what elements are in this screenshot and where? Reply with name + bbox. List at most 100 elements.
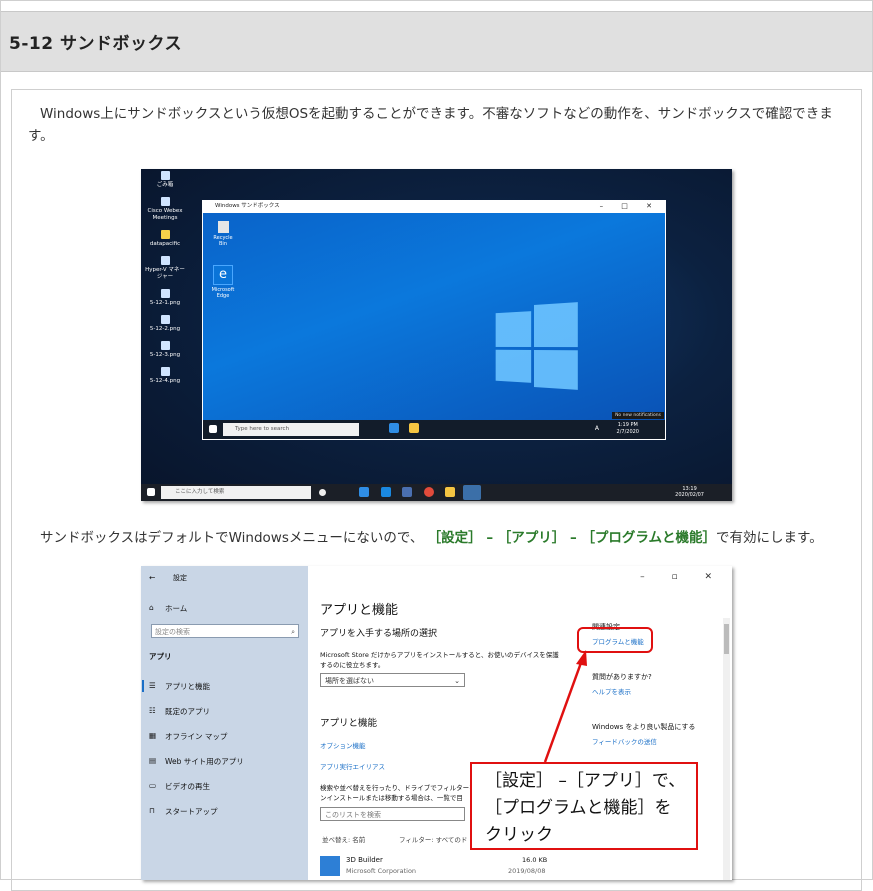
edge-icon: e xyxy=(213,265,233,285)
app-taskbar-icon[interactable] xyxy=(402,487,412,497)
home-icon[interactable]: ⌂ xyxy=(149,603,154,612)
sidebar-item-video[interactable]: ビデオの再生 xyxy=(165,781,210,792)
path-separator: – xyxy=(565,530,582,546)
sandbox-recycle-bin: Recycle Bin xyxy=(209,221,237,247)
section-title: 5-12 サンドボックス xyxy=(9,34,182,54)
list-search-input[interactable]: このリストを検索 xyxy=(320,807,465,821)
instruction-suffix: で有効にします。 xyxy=(716,530,823,546)
tray-language[interactable]: A xyxy=(595,425,599,432)
path-programs: ［プログラムと機能］ xyxy=(581,530,717,546)
desktop-icon: 5-12-3.png xyxy=(143,341,187,359)
sandbox-date: 2/7/2020 xyxy=(616,429,639,435)
desktop-icon-label: Hyper-V マネージャー xyxy=(145,267,185,280)
path-settings: ［設定］ xyxy=(427,530,482,546)
sidebar-item-web-apps[interactable]: Web サイト用のアプリ xyxy=(165,756,244,767)
app-publisher: Microsoft Corporation xyxy=(346,867,417,875)
host-search-box[interactable]: ここに入力して検索 xyxy=(161,486,311,499)
default-apps-icon: ☷ xyxy=(149,706,156,715)
desktop-icon: 5-12-1.png xyxy=(143,289,187,307)
sidebar-item-startup[interactable]: スタートアップ xyxy=(165,806,218,817)
filter-dropdown[interactable]: フィルター: すべてのド xyxy=(399,834,467,844)
sandbox-screen: Recycle Bin e Microsoft Edge No new notif… xyxy=(203,213,665,439)
chrome-taskbar-icon[interactable] xyxy=(424,487,434,497)
image-file-icon xyxy=(160,341,170,350)
sandbox-taskbar-icon[interactable] xyxy=(463,485,481,500)
back-arrow-icon[interactable]: ← xyxy=(149,573,155,582)
page-heading: アプリと機能 xyxy=(320,603,399,618)
recycle-label: Recycle Bin xyxy=(213,235,233,247)
hyperv-icon xyxy=(160,256,170,265)
callout-line: ［設定］ –［アプリ］で、 xyxy=(485,771,686,791)
search-icon: ⌕ xyxy=(291,628,295,636)
help-link[interactable]: ヘルプを表示 xyxy=(592,686,631,696)
cortana-icon[interactable] xyxy=(319,489,326,496)
3d-builder-icon xyxy=(320,856,340,876)
map-icon: ▦ xyxy=(149,731,157,740)
notification-toast: No new notifications xyxy=(612,412,664,419)
sandbox-titlebar: Windows サンドボックス – □ ✕ xyxy=(202,200,666,213)
desktop-icons: ごみ箱 Cisco Webex Meetings datapacific Hyp… xyxy=(143,171,187,393)
instruction-text: サンドボックスはデフォルトでWindowsメニューにないので、 xyxy=(40,530,424,546)
source-dropdown[interactable]: 場所を選ばない ⌄ xyxy=(320,673,465,687)
desktop-icon: 5-12-4.png xyxy=(143,367,187,385)
explorer-taskbar-icon[interactable] xyxy=(445,487,455,497)
app-name[interactable]: 3D Builder xyxy=(346,856,383,864)
optional-features-link[interactable]: オプション機能 xyxy=(320,740,366,750)
sandbox-taskbar: Type here to search A 1:19 PM 2/7/2020 xyxy=(203,420,665,439)
list-desc: ンインストールまたは移動する場合は、一覧で目 xyxy=(320,794,463,802)
edge-taskbar-icon[interactable] xyxy=(389,423,399,433)
host-search-placeholder: ここに入力して検索 xyxy=(175,489,225,495)
webex-icon xyxy=(160,197,170,206)
sidebar-item-offline-maps[interactable]: オフライン マップ xyxy=(165,731,227,742)
scrollbar[interactable] xyxy=(723,618,730,880)
edge-taskbar-icon[interactable] xyxy=(359,487,369,497)
sidebar-item-default-apps[interactable]: 既定のアプリ xyxy=(165,706,210,717)
startup-icon: ⊓ xyxy=(149,806,155,815)
window-controls[interactable]: – ▫ ✕ xyxy=(640,572,724,582)
desktop-icon: Cisco Webex Meetings xyxy=(143,197,187,222)
highlight-frame xyxy=(577,627,653,653)
sandbox-window: Windows サンドボックス – □ ✕ Recycle Bin e Micro… xyxy=(202,200,666,440)
source-desc: Microsoft Store だけからアプリをインストールすると、お使いのデバ… xyxy=(320,651,559,659)
edge-label: Microsoft Edge xyxy=(211,287,235,299)
recycle-bin-icon xyxy=(217,221,229,233)
explorer-taskbar-icon[interactable] xyxy=(409,423,419,433)
web-icon: ▤ xyxy=(149,756,157,765)
host-clock: 13:19 2020/02/07 xyxy=(675,486,704,498)
sidebar-home[interactable]: ホーム xyxy=(165,603,187,614)
sidebar-item-apps-features[interactable]: アプリと機能 xyxy=(165,681,210,692)
start-icon[interactable] xyxy=(147,488,155,496)
sandbox-search-placeholder: Type here to search xyxy=(235,426,290,432)
image-file-icon xyxy=(160,367,170,376)
sandbox-edge: e Microsoft Edge xyxy=(209,265,237,299)
alias-link[interactable]: アプリ実行エイリアス xyxy=(320,761,385,771)
intro-paragraph: Windows上にサンドボックスという仮想OSを起動することができます。不審なソ… xyxy=(28,106,833,144)
question-heading: 質問がありますか? xyxy=(592,673,652,681)
image-file-icon xyxy=(160,289,170,298)
list-desc: 検索や並べ替えを行ったり、ドライブでフィルターを xyxy=(320,784,476,792)
sort-dropdown[interactable]: 並べ替え: 名前 xyxy=(322,834,365,844)
sandbox-title: Windows サンドボックス xyxy=(215,203,280,209)
folder-icon xyxy=(160,230,170,239)
desktop-icon: 5-12-2.png xyxy=(143,315,187,333)
sandbox-time: 1:19 PM xyxy=(617,422,638,428)
instruction-paragraph: サンドボックスはデフォルトでWindowsメニューにないので、 ［設定］ – ［… xyxy=(28,527,848,549)
callout-line: ［プログラムと機能］を xyxy=(485,798,672,818)
recycle-bin-icon xyxy=(160,171,170,180)
window-controls: – □ ✕ xyxy=(599,202,660,210)
video-icon: ▭ xyxy=(149,781,157,790)
desktop-icon-label: 5-12-4.png xyxy=(149,378,181,384)
start-icon[interactable] xyxy=(209,425,217,433)
source-desc: するのに役立ちます。 xyxy=(320,661,385,669)
settings-sidebar: ← 設定 ⌂ ホーム 設定の検索 ⌕ アプリ ☰ アプリと機能 ☷ 既定のアプリ … xyxy=(141,566,308,880)
sandbox-search-box[interactable]: Type here to search xyxy=(223,423,359,436)
feedback-link[interactable]: フィードバックの送信 xyxy=(592,736,657,746)
desktop-icon-label: 5-12-1.png xyxy=(149,300,181,306)
settings-search-input[interactable]: 設定の検索 ⌕ xyxy=(151,624,299,638)
improve-heading: Windows をより良い製品にする xyxy=(592,723,696,731)
app-date: 2019/08/08 xyxy=(508,867,546,875)
desktop-icon-label: datapacific xyxy=(149,241,181,247)
desktop-icon: Hyper-V マネージャー xyxy=(143,256,187,281)
apps-heading: アプリと機能 xyxy=(320,718,378,729)
ie-taskbar-icon[interactable] xyxy=(381,487,391,497)
